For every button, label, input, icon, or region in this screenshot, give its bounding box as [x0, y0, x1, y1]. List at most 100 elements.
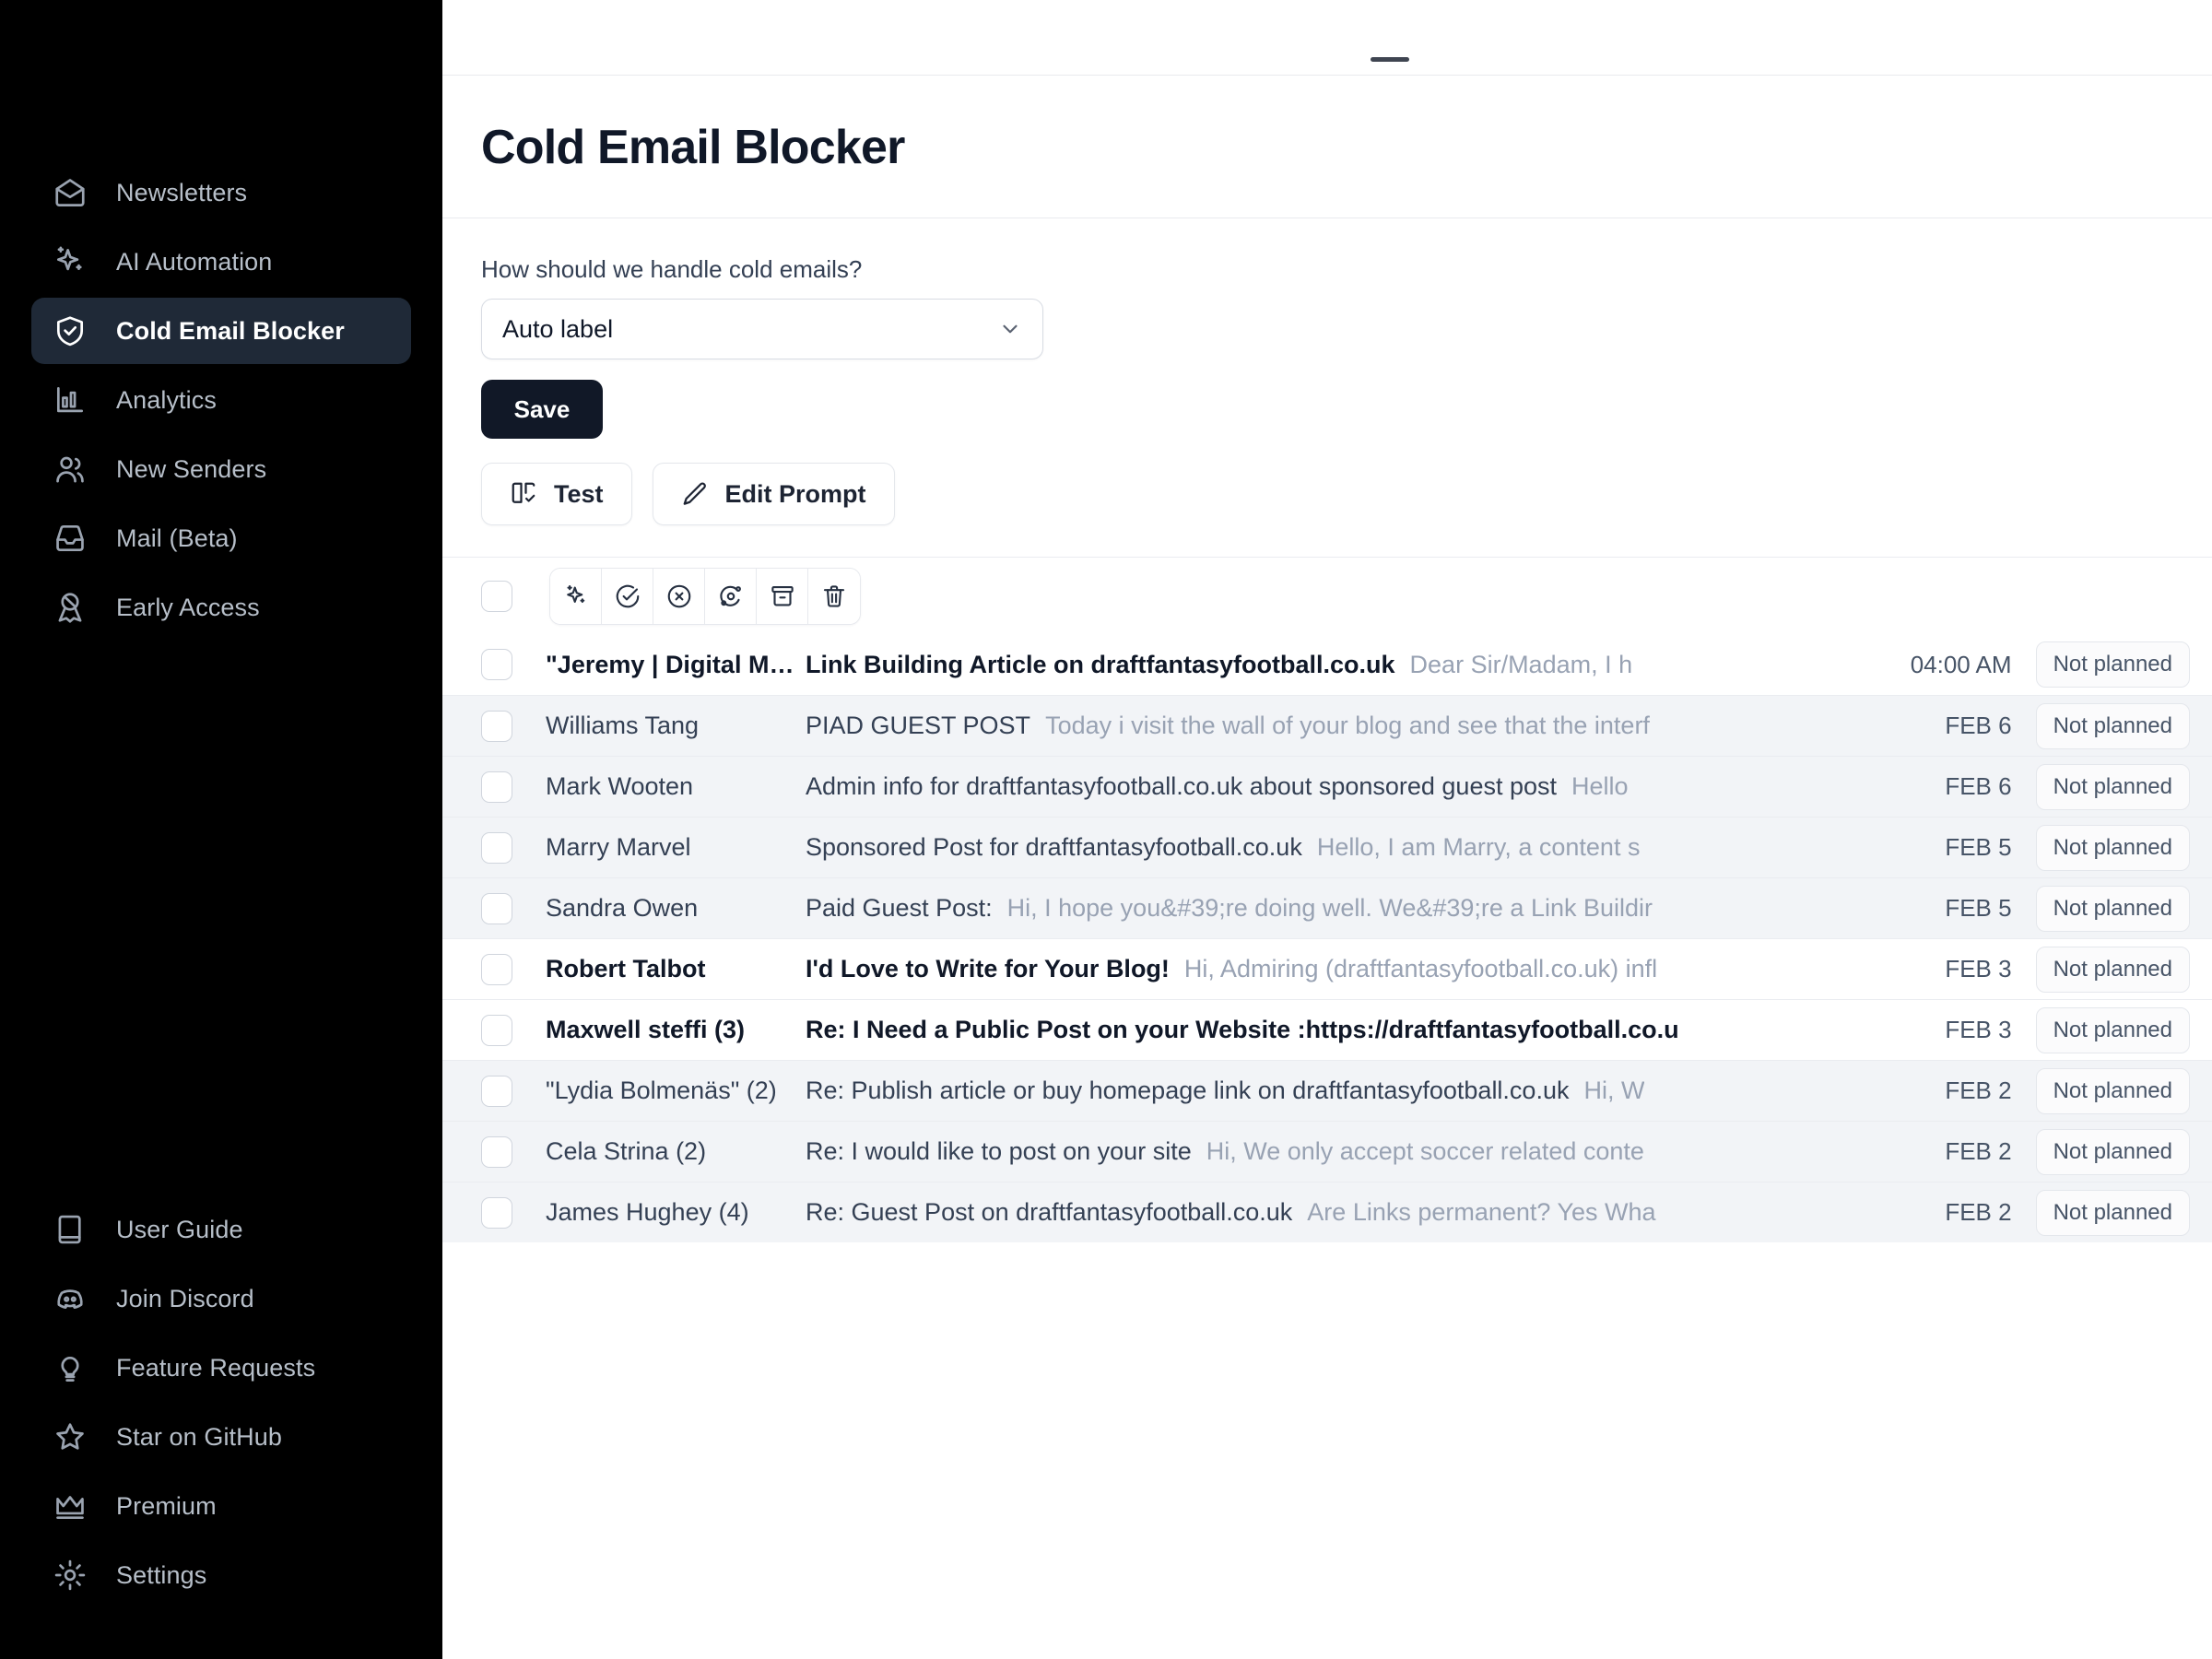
- sidebar: Newsletters AI Automation Cold Email Block…: [0, 0, 442, 1659]
- email-row-checkbox[interactable]: [481, 710, 512, 742]
- email-row[interactable]: Marry Marvel Sponsored Post for draftfant…: [442, 817, 2212, 877]
- sidebar-item-join-discord[interactable]: Join Discord: [31, 1265, 411, 1332]
- email-row[interactable]: Williams Tang PIAD GUEST POST Today i visi…: [442, 695, 2212, 756]
- email-row-checkbox[interactable]: [481, 953, 512, 985]
- email-subject: PIAD GUEST POST: [806, 712, 1031, 739]
- secondary-actions: Test Edit Prompt: [481, 463, 2212, 525]
- test-button[interactable]: Test: [481, 463, 632, 525]
- sidebar-item-label: User Guide: [116, 1215, 243, 1243]
- sidebar-item-user-guide[interactable]: User Guide: [31, 1196, 411, 1263]
- email-subject: Sponsored Post for draftfantasyfootball.…: [806, 833, 1302, 861]
- email-list: "Jeremy | Digital Mastermi...Link Buildi…: [442, 634, 2212, 1659]
- email-row-checkbox[interactable]: [481, 649, 512, 680]
- sidebar-item-star-on-github[interactable]: Star on GitHub: [31, 1404, 411, 1470]
- pencil-icon: [681, 480, 709, 508]
- select-all-checkbox[interactable]: [481, 580, 512, 612]
- email-sender: Maxwell steffi (3): [546, 1016, 746, 1043]
- email-row-checkbox[interactable]: [481, 1014, 512, 1046]
- mark-done-icon[interactable]: [602, 568, 653, 624]
- sidebar-item-newsletters[interactable]: Newsletters: [31, 159, 411, 226]
- book-icon: [52, 1211, 88, 1248]
- email-snippet: Hi, We only accept soccer related conte: [1206, 1137, 1644, 1165]
- sidebar-item-cold-email-blocker[interactable]: Cold Email Blocker: [31, 298, 411, 364]
- users-icon: [52, 451, 88, 488]
- discord-icon: [52, 1280, 88, 1317]
- email-sender: Robert Talbot: [546, 955, 706, 982]
- email-row-checkbox[interactable]: [481, 1075, 512, 1107]
- ribbon-icon: [52, 589, 88, 626]
- status-badge[interactable]: Not planned: [2035, 1006, 2190, 1053]
- cold-email-settings: How should we handle cold emails? Auto l…: [442, 218, 2212, 525]
- email-row-checkbox[interactable]: [481, 771, 512, 803]
- sidebar-item-ai-automation[interactable]: AI Automation: [31, 229, 411, 295]
- email-snippet: Hi, W: [1583, 1077, 1645, 1104]
- status-badge[interactable]: Not planned: [2035, 763, 2190, 810]
- sidebar-item-label: Premium: [116, 1491, 217, 1520]
- email-date: FEB 5: [1945, 894, 2012, 922]
- email-sender: Marry Marvel: [546, 833, 691, 861]
- ai-categorize-icon[interactable]: [550, 568, 602, 624]
- mark-not-done-icon[interactable]: [653, 568, 705, 624]
- status-badge[interactable]: Not planned: [2035, 824, 2190, 871]
- email-subject-snippet: Re: I would like to post on your site Hi,…: [806, 1137, 1926, 1166]
- crown-icon: [52, 1488, 88, 1524]
- email-snippet: Hi, I hope you&#39;re doing well. We&#39…: [1006, 894, 1653, 922]
- email-subject: Paid Guest Post:: [806, 894, 993, 922]
- email-row[interactable]: "Lydia Bolmenäs" (2) Re: Publish article …: [442, 1060, 2212, 1121]
- handle-cold-emails-label: How should we handle cold emails?: [481, 255, 863, 283]
- sidebar-item-label: AI Automation: [116, 247, 273, 276]
- bar-chart-icon: [52, 382, 88, 418]
- email-sender: Mark Wooten: [546, 772, 694, 800]
- sidebar-item-mail-beta[interactable]: Mail (Beta): [31, 505, 411, 571]
- status-badge[interactable]: Not planned: [2035, 1128, 2190, 1175]
- email-date: FEB 6: [1945, 712, 2012, 739]
- bulk-action-group: [549, 567, 861, 625]
- sidebar-secondary-nav: User Guide Join Discord Feature Requests St…: [0, 1194, 442, 1611]
- email-row[interactable]: Maxwell steffi (3) Re: I Need a Public Po…: [442, 999, 2212, 1060]
- status-badge[interactable]: Not planned: [2035, 885, 2190, 932]
- sidebar-item-analytics[interactable]: Analytics: [31, 367, 411, 433]
- status-badge[interactable]: Not planned: [2035, 1189, 2190, 1236]
- email-row-checkbox[interactable]: [481, 1135, 512, 1168]
- email-sender: James Hughey (4): [546, 1198, 749, 1226]
- email-snippet: Hi, Admiring (draftfantasyfootball.co.uk…: [1183, 955, 1658, 982]
- sidebar-item-label: Star on GitHub: [116, 1422, 282, 1451]
- email-snippet: Dear Sir/Madam, I h: [1409, 650, 1633, 678]
- chevron-down-icon: [998, 317, 1022, 341]
- save-button[interactable]: Save: [481, 380, 603, 439]
- email-sender: Williams Tang: [546, 712, 700, 739]
- sidebar-item-feature-requests[interactable]: Feature Requests: [31, 1335, 411, 1401]
- cold-email-action-select[interactable]: Auto label: [481, 299, 1043, 359]
- email-row[interactable]: "Jeremy | Digital Mastermi...Link Buildi…: [442, 634, 2212, 695]
- edit-prompt-button[interactable]: Edit Prompt: [652, 463, 895, 525]
- email-row[interactable]: Sandra Owen Paid Guest Post: Hi, I hope yo…: [442, 877, 2212, 938]
- email-row[interactable]: Cela Strina (2) Re: I would like to post …: [442, 1121, 2212, 1182]
- email-row-checkbox[interactable]: [481, 1196, 512, 1229]
- status-badge[interactable]: Not planned: [2035, 702, 2190, 749]
- email-sender: Cela Strina (2): [546, 1137, 707, 1165]
- email-row[interactable]: Mark Wooten Admin info for draftfantasyfo…: [442, 756, 2212, 817]
- status-badge[interactable]: Not planned: [2035, 641, 2190, 688]
- sidebar-item-new-senders[interactable]: New Senders: [31, 436, 411, 502]
- archive-icon[interactable]: [757, 568, 808, 624]
- shield-check-icon: [52, 312, 88, 349]
- sidebar-item-premium[interactable]: Premium: [31, 1473, 411, 1539]
- email-subject: Re: Publish article or buy homepage link…: [806, 1077, 1570, 1104]
- top-bar-handle[interactable]: [1371, 57, 1409, 62]
- sidebar-item-early-access[interactable]: Early Access: [31, 574, 411, 641]
- email-subject: Re: Guest Post on draftfantasyfootball.c…: [806, 1198, 1293, 1226]
- sidebar-item-label: Join Discord: [116, 1284, 254, 1312]
- email-row[interactable]: Robert Talbot I'd Love to Write for Your …: [442, 938, 2212, 999]
- email-subject-snippet: PIAD GUEST POST Today i visit the wall of…: [806, 712, 1926, 740]
- email-row-checkbox[interactable]: [481, 892, 512, 924]
- email-row-checkbox[interactable]: [481, 831, 512, 864]
- status-badge[interactable]: Not planned: [2035, 1067, 2190, 1114]
- email-row[interactable]: James Hughey (4) Re: Guest Post on draftf…: [442, 1182, 2212, 1242]
- trash-icon[interactable]: [808, 568, 860, 624]
- page-header: Cold Email Blocker: [442, 76, 2212, 218]
- mail-open-icon: [52, 174, 88, 211]
- email-subject: Link Building Article on draftfantasyfoo…: [806, 650, 1395, 678]
- status-badge[interactable]: Not planned: [2035, 946, 2190, 993]
- sidebar-item-settings[interactable]: Settings: [31, 1542, 411, 1608]
- mark-spam-icon[interactable]: [705, 568, 757, 624]
